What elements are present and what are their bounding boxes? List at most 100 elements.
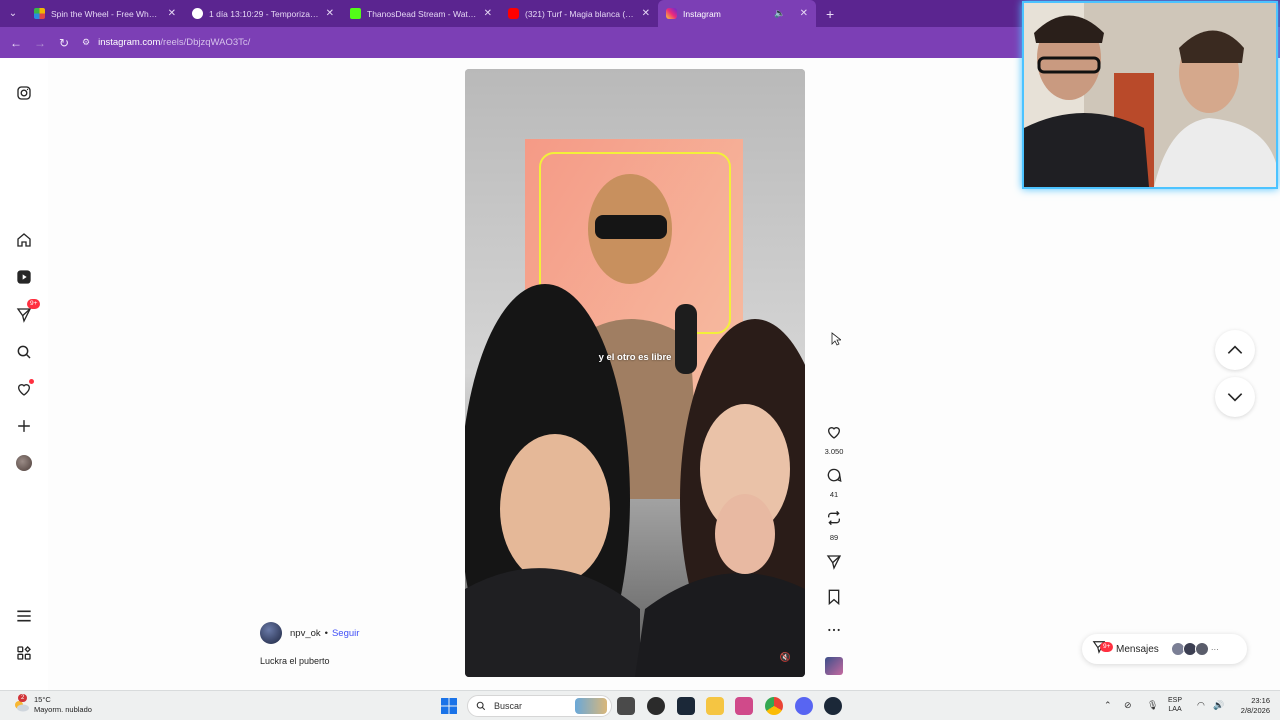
messages-paper-plane-icon: 9+ — [1092, 640, 1114, 659]
like-count: 3.050 — [824, 447, 844, 456]
repost-button[interactable]: 89 — [822, 510, 846, 542]
lang-line2: LAA — [1168, 706, 1182, 713]
streaming-app-icon[interactable] — [735, 697, 753, 715]
browser-tab-youtube[interactable]: (321) Turf - Magia blanca (vide ✕ — [500, 0, 658, 27]
browser-tab-kick[interactable]: ThanosDead Stream - Watch Li ✕ — [342, 0, 500, 27]
comment-bubble-icon — [827, 468, 842, 483]
reels-icon[interactable] — [14, 267, 34, 287]
apps-grid-icon[interactable] — [14, 643, 34, 663]
browser-tab-instagram[interactable]: Instagram 🔈 ✕ — [658, 0, 816, 27]
follow-button[interactable]: Seguir — [332, 628, 359, 639]
heart-icon — [827, 427, 841, 439]
search-highlight-image — [575, 698, 607, 714]
author-avatar[interactable] — [260, 622, 282, 644]
reel-author: npv_ok • Seguir — [260, 622, 359, 644]
wifi-icon[interactable]: ◠ — [1197, 700, 1205, 711]
webcam-overlay — [1022, 1, 1278, 189]
messages-button[interactable]: 9+ Mensajes ··· — [1082, 634, 1247, 664]
weather-desc: Mayorm. nublado — [34, 705, 92, 714]
speaker-icon[interactable]: 🔈 — [774, 8, 785, 19]
system-clock[interactable]: 23:16 2/8/2026 — [1230, 696, 1270, 716]
volume-icon[interactable]: 🔇 — [780, 652, 791, 663]
reload-icon[interactable]: ↻ — [52, 36, 76, 50]
taskbar-search-input[interactable]: Buscar — [467, 695, 612, 717]
notifications-heart-icon[interactable] — [14, 379, 34, 399]
weather-cloud-icon: 2 — [12, 694, 30, 713]
volume-icon[interactable]: 🔊 — [1213, 700, 1224, 711]
chrome-icon[interactable] — [765, 697, 783, 715]
clock-favicon-icon — [192, 8, 203, 19]
network-off-icon[interactable]: ⊘ — [1124, 700, 1132, 711]
clock-date: 2/8/2026 — [1240, 706, 1270, 715]
browser-tab-timer[interactable]: 1 día 13:10:29 - Temporizador O ✕ — [184, 0, 342, 27]
messages-label: Mensajes — [1116, 643, 1159, 655]
url-input[interactable]: ⚙ instagram.com/reels/DbjzqWAO3Tc/ — [82, 32, 1022, 54]
tab-title: Spin the Wheel - Free Wheel Sp — [51, 8, 162, 19]
site-info-icon[interactable]: ⚙ — [82, 37, 90, 48]
close-tab-icon[interactable]: ✕ — [800, 8, 808, 19]
messages-pill-badge: 9+ — [1100, 641, 1114, 652]
more-dots-icon: ··· — [1210, 644, 1219, 654]
messages-badge: 9+ — [27, 299, 41, 309]
windows-taskbar: 2 15°C Mayorm. nublado Buscar ⌃ ⊘ 🎙 ESP … — [0, 690, 1280, 720]
language-indicator[interactable]: ESP LAA — [1168, 696, 1182, 714]
audio-thumbnail[interactable] — [825, 657, 843, 675]
chevron-down-icon — [1227, 393, 1243, 402]
share-paper-plane-icon[interactable] — [822, 554, 846, 575]
microphone-icon[interactable]: 🎙 — [1147, 700, 1158, 711]
tray-chevron-up-icon[interactable]: ⌃ — [1104, 700, 1112, 711]
comment-button[interactable]: 41 — [822, 467, 846, 499]
create-plus-icon[interactable] — [14, 416, 34, 436]
reel-description: Luckra el puberto — [260, 656, 330, 666]
instagram-logo-icon[interactable] — [14, 83, 34, 103]
weather-temp: 15°C — [34, 695, 51, 704]
hamburger-menu-icon[interactable] — [14, 606, 34, 626]
obs-icon[interactable] — [647, 697, 665, 715]
sidebar-item-messages[interactable]: 9+ — [14, 299, 41, 325]
profile-avatar[interactable] — [14, 453, 34, 473]
windows-start-icon[interactable] — [440, 697, 458, 715]
steam-alt-icon[interactable] — [824, 697, 842, 715]
tab-title: (321) Turf - Magia blanca (vide — [525, 8, 636, 19]
reel-overlay-caption: y el otro es libre — [598, 352, 672, 363]
file-explorer-icon[interactable] — [706, 697, 724, 715]
task-view-icon[interactable] — [617, 697, 635, 715]
repost-icon — [828, 510, 840, 526]
close-tab-icon[interactable]: ✕ — [642, 8, 650, 19]
reel-video[interactable]: y el otro es libre 🔇 — [465, 69, 805, 677]
separator-dot: • — [324, 627, 328, 639]
next-reel-button[interactable] — [1215, 377, 1255, 417]
paper-plane-icon — [16, 308, 32, 323]
discord-icon[interactable] — [795, 697, 813, 715]
author-username[interactable]: npv_ok — [290, 628, 321, 639]
instagram-sidebar: 9+ — [0, 58, 48, 690]
new-tab-plus-icon[interactable]: + — [826, 6, 834, 22]
clock-time: 23:16 — [1251, 696, 1270, 705]
like-button[interactable]: 3.050 — [822, 424, 846, 456]
browser-tab-spin-wheel[interactable]: Spin the Wheel - Free Wheel Sp ✕ — [26, 0, 184, 27]
home-icon[interactable] — [14, 230, 34, 250]
more-options-icon[interactable] — [822, 622, 846, 643]
url-host: instagram.com — [98, 37, 161, 48]
lang-line1: ESP — [1168, 697, 1183, 704]
kick-favicon-icon — [350, 8, 361, 19]
save-bookmark-icon[interactable] — [822, 589, 846, 610]
mouse-cursor-icon — [831, 332, 841, 346]
weather-widget[interactable]: 2 15°C Mayorm. nublado — [12, 694, 92, 715]
webcam-frame — [1024, 3, 1276, 187]
forward-arrow-icon[interactable]: → — [28, 36, 52, 50]
search-icon[interactable] — [14, 342, 34, 362]
wheel-favicon-icon — [34, 8, 45, 19]
previous-reel-button[interactable] — [1215, 330, 1255, 370]
close-tab-icon[interactable]: ✕ — [326, 8, 334, 19]
close-tab-icon[interactable]: ✕ — [484, 8, 492, 19]
tab-search-chevron-icon[interactable]: ⌄ — [0, 0, 26, 27]
comment-count: 41 — [829, 490, 839, 499]
tab-title: ThanosDead Stream - Watch Li — [367, 8, 478, 19]
instagram-favicon-icon — [666, 8, 677, 19]
message-avatars — [1170, 642, 1209, 656]
taskbar-search-placeholder: Buscar — [494, 701, 523, 711]
close-tab-icon[interactable]: ✕ — [168, 8, 176, 19]
back-arrow-icon[interactable]: ← — [4, 36, 28, 50]
steam-icon[interactable] — [677, 697, 695, 715]
